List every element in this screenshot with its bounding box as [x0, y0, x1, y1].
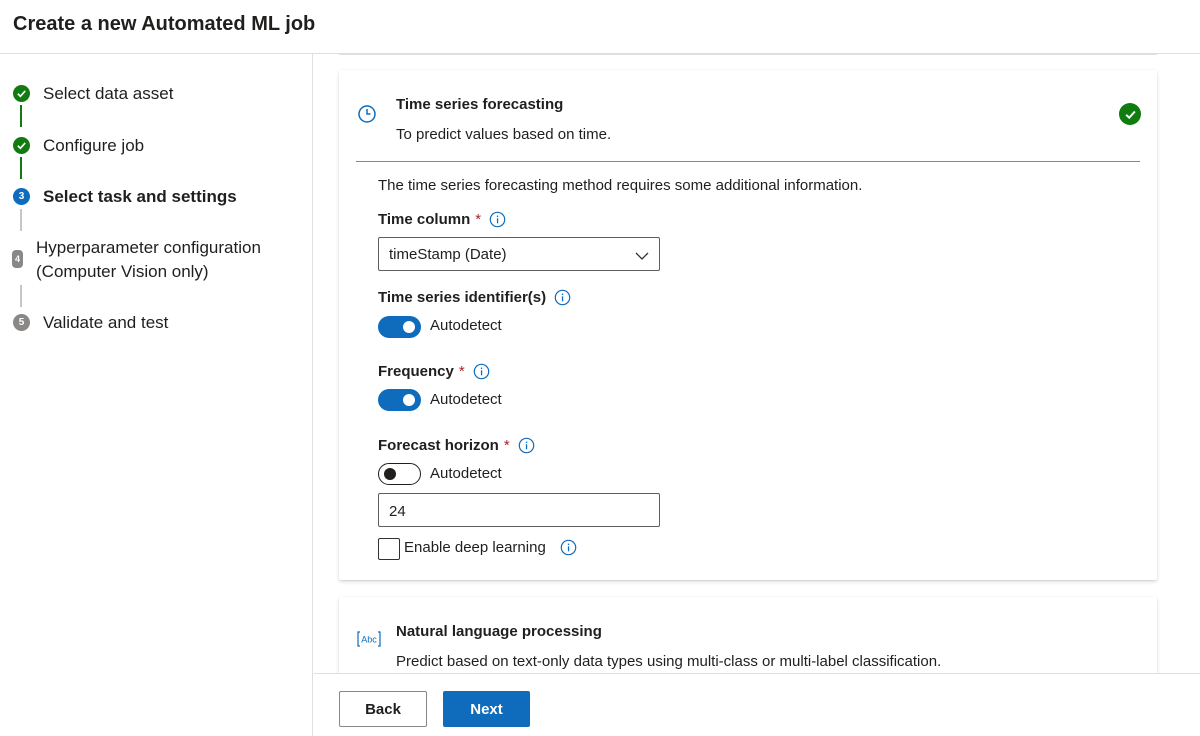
field-label-text: Time column	[378, 211, 471, 228]
toggle-knob	[384, 468, 396, 480]
identifiers-autodetect-toggle[interactable]	[378, 316, 421, 338]
enable-deep-learning-checkbox[interactable]	[378, 538, 400, 560]
wizard-footer: Back Next	[314, 673, 1200, 736]
deep-learning-label: Enable deep learning	[404, 539, 577, 556]
forecast-intro-text: The time series forecasting method requi…	[378, 177, 863, 194]
time-column-dropdown[interactable]: timeStamp (Date)	[378, 237, 660, 271]
step-label: Validate and test	[43, 313, 169, 332]
main-content[interactable]: Time series forecasting To predict value…	[314, 54, 1200, 673]
clock-icon	[357, 104, 377, 129]
task-card-time-series-forecasting[interactable]: Time series forecasting To predict value…	[339, 70, 1157, 580]
toggle-label: Autodetect	[430, 391, 502, 408]
step-label: Select data asset	[43, 84, 174, 103]
forecast-horizon-label: Forecast horizon *	[378, 437, 535, 454]
info-icon[interactable]	[560, 539, 577, 556]
card-divider	[356, 161, 1140, 162]
field-label-text: Forecast horizon	[378, 437, 499, 454]
card-description: To predict values based on time.	[396, 126, 612, 143]
step-label: Select task and settings	[43, 187, 237, 206]
next-button[interactable]: Next	[443, 691, 530, 727]
selected-check-icon	[1119, 103, 1141, 125]
field-label-text: Frequency	[378, 363, 454, 380]
frequency-label: Frequency *	[378, 363, 490, 380]
toggle-label: Autodetect	[430, 317, 502, 334]
back-button[interactable]: Back	[339, 691, 427, 727]
toggle-label: Autodetect	[430, 465, 502, 482]
required-asterisk: *	[458, 363, 465, 380]
required-asterisk: *	[503, 437, 510, 454]
step-label: Configure job	[43, 136, 145, 155]
step-connector	[20, 105, 22, 127]
task-card-natural-language-processing[interactable]: Abc Natural language processing Predict …	[339, 597, 1157, 673]
step-connector	[20, 209, 22, 231]
step-number-badge: 4	[12, 250, 23, 268]
step-connector	[20, 157, 22, 179]
time-series-identifiers-label: Time series identifier(s)	[378, 289, 571, 306]
frequency-autodetect-toggle[interactable]	[378, 389, 421, 411]
required-asterisk: *	[475, 211, 482, 228]
step-label-line1: Hyperparameter configuration	[36, 238, 261, 257]
step-label-line2: (Computer Vision only)	[36, 262, 209, 281]
time-column-label: Time column *	[378, 211, 506, 228]
checkbox-label-text: Enable deep learning	[404, 539, 546, 556]
previous-card-edge	[339, 54, 1157, 55]
info-icon[interactable]	[554, 289, 571, 306]
check-icon	[13, 85, 30, 102]
toggle-knob	[403, 394, 415, 406]
check-icon	[13, 137, 30, 154]
page-header: Create a new Automated ML job	[0, 0, 1200, 54]
info-icon[interactable]	[489, 211, 506, 228]
info-icon[interactable]	[473, 363, 490, 380]
chevron-down-icon	[635, 248, 649, 266]
card-title: Time series forecasting	[396, 96, 564, 113]
step-number-badge: 5	[13, 314, 30, 331]
card-title: Natural language processing	[396, 623, 602, 640]
toggle-knob	[403, 321, 415, 333]
text-abc-icon: Abc	[357, 630, 381, 653]
page-title: Create a new Automated ML job	[13, 13, 316, 35]
forecast-horizon-input[interactable]: 24	[378, 493, 660, 527]
wizard-steps-sidebar: Select data asset Configure job 3 Select…	[0, 54, 313, 736]
info-icon[interactable]	[518, 437, 535, 454]
step-number-badge: 3	[13, 188, 30, 205]
svg-text:Abc: Abc	[361, 635, 377, 645]
field-label-text: Time series identifier(s)	[378, 289, 547, 306]
horizon-autodetect-toggle[interactable]	[378, 463, 421, 485]
card-description: Predict based on text-only data types us…	[396, 653, 942, 670]
dropdown-value: timeStamp (Date)	[389, 246, 507, 263]
step-connector	[20, 285, 22, 307]
input-value: 24	[389, 503, 406, 520]
